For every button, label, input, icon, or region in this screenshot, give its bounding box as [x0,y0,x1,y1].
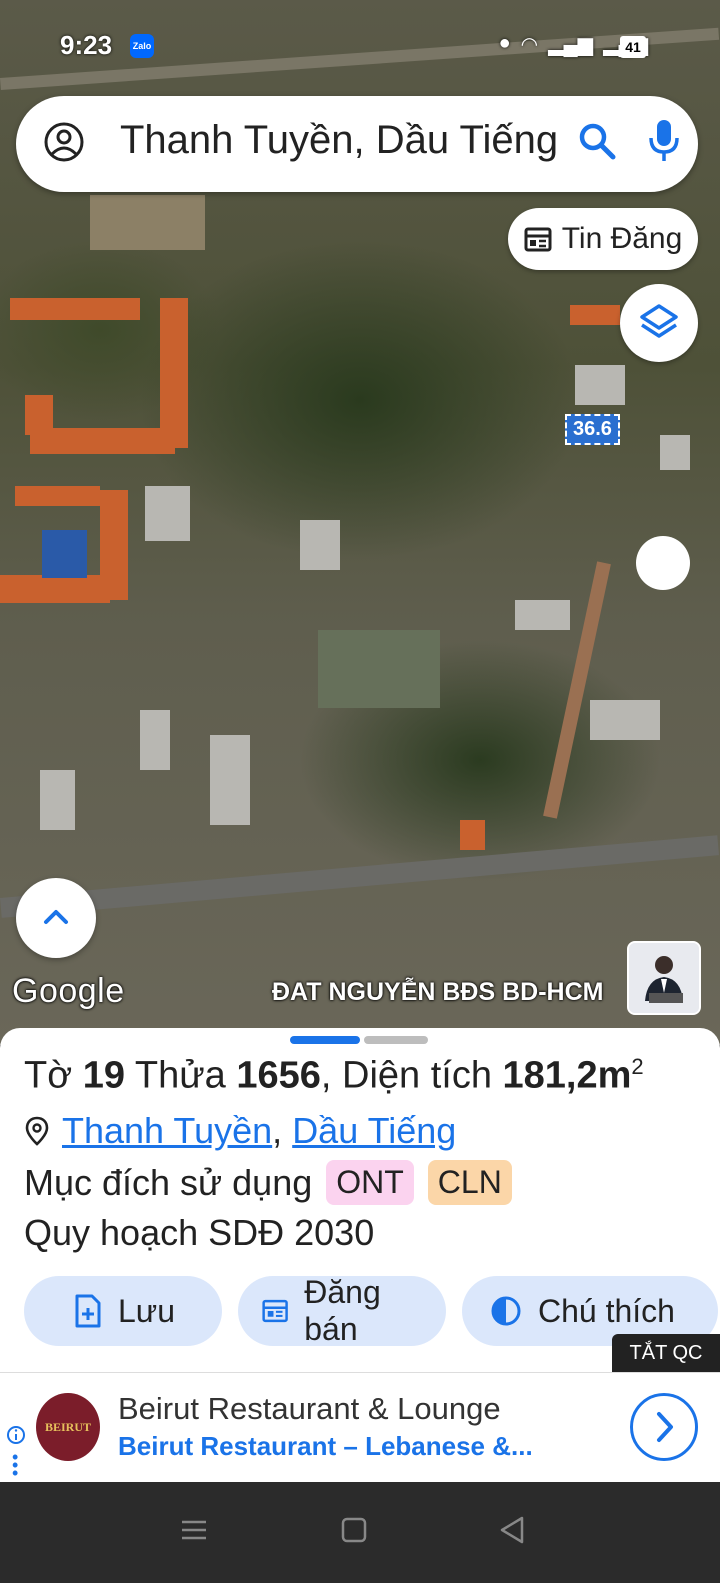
map-building [15,486,100,506]
battery-icon: 41 [620,36,646,58]
map-road [0,835,720,918]
status-bar: 9:23 Zalo ● ◠ ▂▄▆ ▂▄▆ 41 [0,0,720,90]
map-building [300,520,340,570]
ad-title: Beirut Restaurant & Lounge [118,1391,501,1426]
ad-open-button[interactable] [630,1393,698,1461]
menu-icon[interactable] [174,1510,214,1550]
save-label: Lưu [118,1292,176,1329]
map-building [590,700,660,740]
tin-dang-label: Tin Đăng [561,222,683,255]
map-building [570,305,620,325]
hide-ads-button[interactable]: TẮT QC [612,1334,720,1372]
map-building [10,298,140,320]
watermark-text: ĐAT NGUYỄN BĐS BD-HCM [272,978,604,1006]
chevron-up-icon [44,910,68,924]
status-time: 9:23 [60,30,113,60]
map-building [145,486,190,541]
person-icon [629,943,699,1013]
layers-icon [640,304,678,338]
sheet-handle-active[interactable] [290,1036,360,1044]
map-building [660,435,690,470]
zalo-icon: Zalo [130,34,154,58]
account-icon[interactable] [44,122,84,162]
signal-icon: ▂▄▆ [548,34,594,56]
map-building [42,530,87,578]
planning-text: Quy hoạch SDĐ 2030 [24,1212,375,1253]
ward-link[interactable]: Thanh Tuyền [62,1110,272,1152]
area-value: 181,2m [502,1054,632,1097]
location-pin-icon [25,1116,49,1146]
search-bar[interactable]: Thanh Tuyền, Dầu Tiếng [16,96,698,192]
legend-label: Chú thích [538,1292,675,1329]
district-link[interactable]: Dầu Tiếng [292,1110,456,1152]
map-building [575,365,625,405]
layers-button[interactable] [620,284,698,362]
agent-avatar[interactable] [627,941,701,1015]
listing-icon [524,227,552,252]
beirut-logo: BEIRUT [36,1393,100,1461]
map-building [515,600,570,630]
save-button[interactable]: Lưu [24,1276,222,1346]
tin-dang-button[interactable]: Tin Đăng [508,208,698,270]
add-file-icon [75,1294,101,1328]
separator: , [272,1110,283,1151]
post-sale-button[interactable]: Đăng bán [238,1274,446,1347]
land-use-purpose: Mục đích sử dụng ONT CLN [24,1160,512,1205]
thua-label: Thửa [134,1054,226,1097]
area-superscript: 2 [631,1054,644,1079]
google-logo: Google [12,972,125,1010]
map-field [90,195,205,250]
to-value: 19 [82,1054,125,1097]
info-icon[interactable] [6,1425,26,1445]
parcel-dimension-label: 36.6 [565,414,620,445]
microphone-icon[interactable] [646,118,682,164]
chevron-right-icon [657,1412,673,1442]
search-input[interactable]: Thanh Tuyền, Dầu Tiếng [120,118,560,163]
ad-banner[interactable]: • • • BEIRUT Beirut Restaurant & Lounge Be… [0,1372,720,1483]
contrast-icon [491,1296,521,1326]
location-line: Thanh Tuyền, Dầu Tiếng [24,1110,456,1152]
area-label: , Diện tích [320,1054,492,1097]
parcel-info-sheet[interactable]: Tờ 19 Thửa 1656, Diện tích 181,2m2 Thanh… [0,1028,720,1374]
location-icon: ● [498,32,511,54]
map-building [460,820,485,850]
search-icon[interactable] [576,120,618,162]
system-nav-bar [0,1482,720,1583]
map-building [25,395,53,435]
back-icon[interactable] [492,1510,532,1550]
map-building [160,298,188,448]
map-marker[interactable] [636,536,690,590]
sheet-handle[interactable] [364,1036,428,1044]
expand-up-button[interactable] [16,878,96,958]
map-building [210,735,250,825]
ad-subtitle: Beirut Restaurant – Lebanese &... [118,1431,533,1461]
map-building [40,770,75,830]
more-options-icon[interactable]: • • • [12,1448,18,1482]
purpose-badge-cln: CLN [427,1160,512,1205]
thua-value: 1656 [236,1054,321,1097]
purpose-label: Mục đích sử dụng [24,1161,313,1203]
listing-icon [262,1299,288,1323]
post-sale-label: Đăng bán [304,1274,381,1347]
purpose-badge-ont: ONT [326,1160,414,1205]
map-building [140,710,170,770]
to-label: Tờ [24,1054,73,1097]
wifi-icon: ◠ [520,34,539,56]
map-building [0,575,110,603]
map-field [318,630,440,708]
parcel-title: Tờ 19 Thửa 1656, Diện tích 181,2m2 [24,1054,644,1098]
home-icon[interactable] [334,1510,374,1550]
